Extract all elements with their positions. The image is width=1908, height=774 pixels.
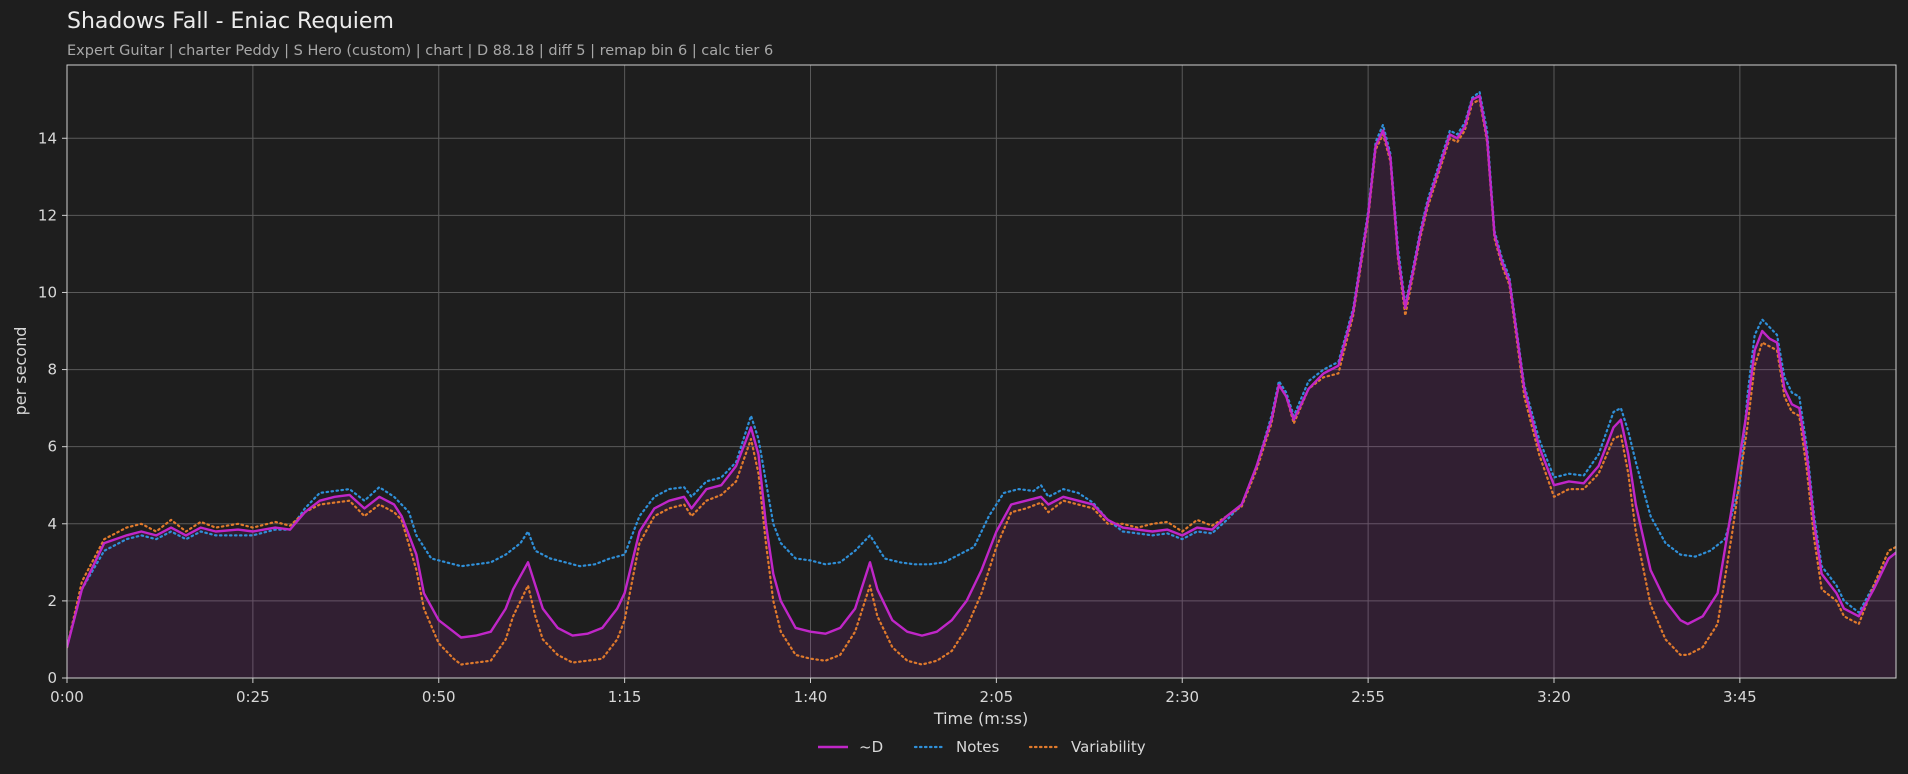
plot-area xyxy=(66,64,1897,679)
y-tick-label: 6 xyxy=(47,438,57,456)
x-tick-label: 1:15 xyxy=(608,688,642,706)
x-tick-label: 3:45 xyxy=(1723,688,1757,706)
x-tick-label: 0:50 xyxy=(422,688,456,706)
y-tick-label: 2 xyxy=(47,592,57,610)
x-tick-label: 3:20 xyxy=(1537,688,1571,706)
legend: ~D Notes Variability xyxy=(818,738,1146,756)
x-tick-label: 0:25 xyxy=(236,688,270,706)
chart-subtitle: Expert Guitar | charter Peddy | S Hero (… xyxy=(67,43,773,59)
x-tick-label: 2:55 xyxy=(1351,688,1385,706)
y-tick-label: 10 xyxy=(38,283,57,301)
x-tick-label: 2:30 xyxy=(1165,688,1199,706)
legend-label: Notes xyxy=(956,738,1000,756)
x-axis-ticks: 0:00 0:25 0:50 1:15 1:40 2:05 2:30 2:55 3:20 3:45 xyxy=(50,678,1757,706)
y-tick-label: 0 xyxy=(47,669,57,687)
legend-label: Variability xyxy=(1071,738,1146,756)
y-axis-label: per second xyxy=(11,327,30,416)
x-axis-label: Time (m:ss) xyxy=(933,709,1028,728)
x-tick-label: 1:40 xyxy=(794,688,828,706)
y-tick-label: 8 xyxy=(47,361,57,379)
y-tick-label: 12 xyxy=(38,206,57,224)
x-tick-label: 2:05 xyxy=(980,688,1014,706)
y-tick-label: 14 xyxy=(38,129,57,147)
chart: Shadows Fall - Eniac Requiem Expert Guit… xyxy=(11,9,1897,756)
chart-title: Shadows Fall - Eniac Requiem xyxy=(67,9,394,34)
x-tick-label: 0:00 xyxy=(50,688,84,706)
y-axis-ticks: 0 2 4 6 8 10 12 14 xyxy=(38,129,67,687)
legend-label: ~D xyxy=(859,738,883,756)
y-tick-label: 4 xyxy=(47,515,57,533)
